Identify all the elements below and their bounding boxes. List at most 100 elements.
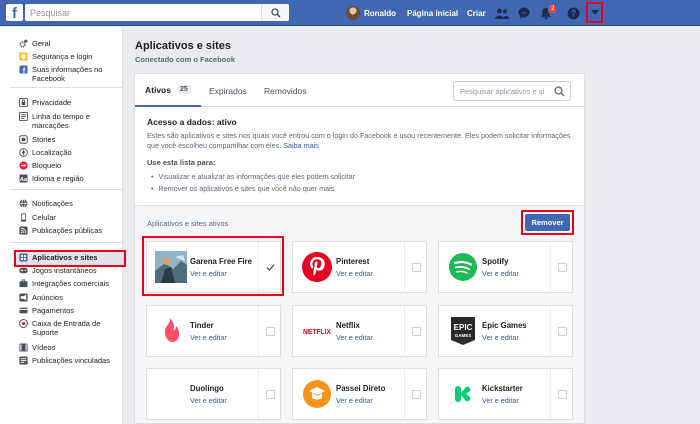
sidebar-item-integracoes-comerciais[interactable]: Integrações comerciais	[19, 279, 124, 288]
sidebar-item-caixa-de-entrada-de-suporte[interactable]: Caixa de Entrada de Suporte	[19, 319, 124, 337]
sidebar-item-anuncios[interactable]: Anúncios	[19, 293, 124, 302]
sidebar-item-label: Linha do tempo e marcações	[32, 112, 90, 130]
sidebar-item-label: Segurança e login	[32, 52, 93, 61]
tab-removed[interactable]: Removidos	[264, 74, 307, 107]
sidebar-item-pagamentos[interactable]: Pagamentos	[19, 306, 124, 315]
learn-more-link[interactable]: Saiba mais	[283, 141, 319, 150]
tab-expired[interactable]: Expirados	[209, 74, 247, 107]
gear-icon	[19, 39, 28, 48]
tab-expired-label: Expirados	[209, 85, 247, 96]
sidebar-item-seguranca-e-login[interactable]: Segurança e login	[19, 52, 124, 61]
messenger-icon[interactable]	[516, 5, 532, 21]
remove-button[interactable]: Remover	[525, 214, 570, 231]
globe-icon	[19, 199, 28, 208]
view-edit-link[interactable]: Ver e editar	[336, 396, 373, 405]
sidebar-item-localizacao[interactable]: Localização	[19, 148, 124, 157]
app-checkbox[interactable]	[412, 263, 421, 272]
create-link[interactable]: Criar	[467, 9, 486, 18]
account-menu-button[interactable]	[586, 2, 603, 23]
sidebar-item-label: Vídeos	[32, 343, 56, 352]
sidebar-item-suas-informacoes-no-facebook[interactable]: f Suas informações no Facebook	[19, 65, 124, 83]
app-card-kickstarter[interactable]: Kickstarter Ver e editar	[438, 368, 573, 420]
search-icon[interactable]	[554, 86, 565, 97]
games-icon	[19, 266, 28, 275]
app-checkbox[interactable]	[412, 327, 421, 336]
app-card-tinder[interactable]: Tinder Ver e editar	[146, 305, 281, 357]
sidebar-item-bloqueio[interactable]: Bloqueio	[19, 161, 124, 170]
sidebar-item-celular[interactable]: Celular	[19, 213, 124, 222]
tab-active-label: Ativos	[145, 84, 171, 95]
card-divider	[550, 369, 551, 419]
svg-text:NETFLIX: NETFLIX	[303, 329, 331, 336]
view-edit-link[interactable]: Ver e editar	[482, 269, 519, 278]
tab-bar: Ativos 25 Expirados Removidos	[135, 74, 584, 107]
search-input[interactable]	[25, 4, 255, 21]
sidebar-item-label: Notificações	[32, 199, 73, 208]
sidebar-item-stories[interactable]: Stories	[19, 135, 124, 144]
app-name: Spotify	[482, 257, 509, 266]
card-divider	[550, 242, 551, 292]
lock-icon	[19, 98, 28, 107]
svg-text:GAMES: GAMES	[455, 333, 472, 338]
phone-icon	[19, 213, 28, 222]
app-checkbox[interactable]	[412, 390, 421, 399]
tab-active[interactable]: Ativos 25	[135, 74, 201, 107]
app-card-pinterest[interactable]: Pinterest Ver e editar	[292, 241, 427, 293]
app-card-duolingo[interactable]: Duolingo Ver e editar	[146, 368, 281, 420]
list-item: Remover os aplicativos e sites que você …	[151, 183, 355, 195]
app-checkbox[interactable]	[266, 390, 275, 399]
sidebar-item-notificacoes[interactable]: Notificações	[19, 199, 124, 208]
view-edit-link[interactable]: Ver e editar	[482, 396, 519, 405]
sidebar-item-privacidade[interactable]: Privacidade	[19, 98, 124, 107]
payment-icon	[19, 306, 28, 315]
view-edit-link[interactable]: Ver e editar	[482, 333, 519, 342]
view-edit-link[interactable]: Ver e editar	[190, 396, 227, 405]
app-name: Netflix	[336, 321, 360, 330]
passei-direto-icon	[301, 378, 333, 410]
sidebar-item-linha-do-tempo-e-marcacoes[interactable]: Linha do tempo e marcações	[19, 112, 124, 130]
sidebar-item-aplicativos-e-sites[interactable]: Aplicativos e sites	[19, 253, 124, 262]
ads-icon	[19, 293, 28, 302]
search-button[interactable]	[261, 4, 289, 21]
app-checkbox[interactable]	[558, 263, 567, 272]
list-item: Visualizar e atualizar as informações qu…	[151, 171, 355, 183]
settings-sidebar: Geral Segurança e login f Suas informações …	[0, 27, 126, 424]
sidebar-item-videos[interactable]: Vídeos	[19, 343, 124, 352]
app-checkbox[interactable]	[558, 390, 567, 399]
sidebar-item-label: Caixa de Entrada de Suporte	[32, 319, 101, 337]
facebook-logo[interactable]: f	[6, 4, 23, 22]
sidebar-item-publicacoes-publicas[interactable]: Publicações públicas	[19, 226, 124, 235]
app-card-passei-direto[interactable]: Passei Direto Ver e editar	[292, 368, 427, 420]
pinterest-icon	[301, 251, 333, 283]
app-card-netflix[interactable]: NETFLIX Netflix Ver e editar	[292, 305, 427, 357]
card-divider	[550, 306, 551, 356]
sidebar-item-label: Idioma e região	[32, 174, 84, 183]
view-edit-link[interactable]: Ver e editar	[190, 333, 227, 342]
profile-link[interactable]: Ronaldo	[346, 5, 396, 21]
sidebar-item-label: Geral	[32, 39, 51, 48]
sidebar-item-label: Bloqueio	[32, 161, 62, 170]
apps-search-box	[453, 81, 571, 101]
help-icon[interactable]: ?	[565, 5, 581, 21]
support-icon	[19, 319, 28, 328]
friend-requests-icon[interactable]	[494, 5, 510, 21]
sidebar-item-geral[interactable]: Geral	[19, 39, 124, 48]
app-checkbox[interactable]	[266, 327, 275, 336]
tab-active-count: 25	[176, 85, 191, 94]
sidebar-item-idioma-e-regiao[interactable]: Aa Idioma e região	[19, 174, 124, 183]
app-card-spotify[interactable]: Spotify Ver e editar	[438, 241, 573, 293]
sidebar-item-publicacoes-vinculadas[interactable]: Publicações vinculadas	[19, 356, 124, 365]
view-edit-link[interactable]: Ver e editar	[336, 333, 373, 342]
app-card-epic-games[interactable]: EPIC GAMES Epic Games Ver e editar	[438, 305, 573, 357]
apps-search-input[interactable]	[454, 82, 550, 100]
sidebar-item-label: Anúncios	[32, 293, 63, 302]
home-link[interactable]: Página inicial	[407, 9, 458, 18]
remove-button-highlight: Remover	[521, 210, 574, 235]
sidebar-item-jogos-instantaneos[interactable]: Jogos instantâneos	[19, 266, 124, 275]
duolingo-icon	[155, 378, 187, 410]
search-box	[25, 4, 289, 21]
view-edit-link[interactable]: Ver e editar	[336, 269, 373, 278]
card-divider	[258, 369, 259, 419]
app-checkbox[interactable]	[558, 327, 567, 336]
sidebar-item-label: Privacidade	[32, 98, 72, 107]
